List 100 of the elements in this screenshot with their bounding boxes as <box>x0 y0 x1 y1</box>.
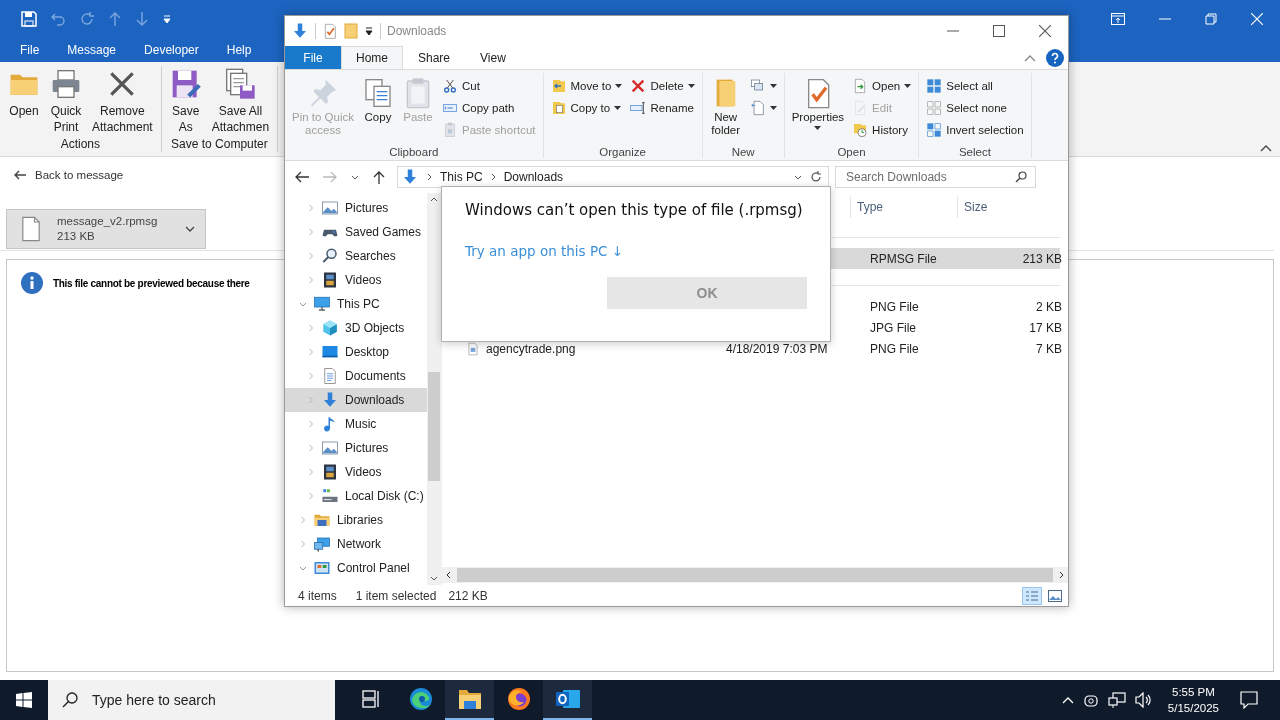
ribbon-button[interactable]: Open <box>849 75 915 97</box>
chevron-up-icon[interactable] <box>430 197 438 202</box>
customize-icon[interactable] <box>364 26 374 36</box>
windows-stack-icon <box>749 78 766 94</box>
scrollbar[interactable] <box>442 567 1068 583</box>
ribbon-button[interactable]: Copy path <box>439 97 539 119</box>
camera-icon[interactable] <box>1082 692 1099 708</box>
tree-item[interactable]: Network <box>285 532 427 556</box>
tree-item[interactable]: Control Panel <box>285 556 427 580</box>
tree-item[interactable]: Local Disk (C:) <box>285 484 427 508</box>
group-label: Open <box>836 146 867 158</box>
tree-item[interactable]: Pictures <box>285 196 427 220</box>
tree-item[interactable]: This PC <box>285 292 427 316</box>
ribbon-button[interactable]: Rename <box>627 97 698 119</box>
taskbar-search-field[interactable]: Type here to search <box>90 691 314 709</box>
ribbon-button[interactable]: Select all <box>923 75 1027 97</box>
refresh-icon[interactable] <box>810 171 822 183</box>
redo-icon[interactable] <box>79 11 95 27</box>
ribbon-tab[interactable]: File <box>285 46 341 69</box>
try-app-link[interactable]: Try an app on this PC ↓ <box>465 243 624 259</box>
ribbon-button[interactable]: Save All Attachmen <box>207 66 274 137</box>
details-view-button[interactable] <box>1022 586 1042 605</box>
help-icon[interactable] <box>1046 48 1064 67</box>
back-arrow-icon[interactable] <box>295 171 309 183</box>
tree-item[interactable]: Saved Games <box>285 220 427 244</box>
control-panel-icon <box>313 559 331 577</box>
scrollbar[interactable] <box>427 193 441 585</box>
download-icon <box>321 391 339 409</box>
caret-icon <box>769 106 777 110</box>
ribbon-button[interactable]: Open <box>4 66 44 137</box>
chevron-right-icon <box>427 173 432 181</box>
ribbon-button[interactable]: Save As <box>165 66 206 137</box>
file-row[interactable]: agencytrade.png 4/18/2019 7:03 PM PNG File 7 KB <box>446 338 1060 359</box>
tree-item[interactable]: Videos <box>285 460 427 484</box>
column-header[interactable]: Type <box>850 196 957 218</box>
ribbon-button[interactable]: Remove Attachment <box>88 66 157 137</box>
tree-item[interactable]: Desktop <box>285 340 427 364</box>
scrollbar-thumb[interactable] <box>428 372 440 481</box>
speaker-icon[interactable] <box>1134 692 1153 708</box>
ribbon-tab[interactable]: Home <box>341 46 403 69</box>
document-floppy-icon <box>224 68 257 100</box>
taskbar-search-box[interactable]: Type here to search <box>48 680 335 720</box>
menu-tab[interactable]: Message <box>67 43 117 57</box>
undo-icon[interactable] <box>50 11 66 27</box>
tree-item[interactable]: 3D Objects <box>285 316 427 340</box>
clipboard-icon <box>442 122 458 138</box>
breadcrumb[interactable]: This PC <box>440 170 483 184</box>
selection-size: 212 KB <box>448 588 488 603</box>
collapse-ribbon-icon[interactable] <box>1260 144 1272 152</box>
tree-item[interactable]: Libraries <box>285 508 427 532</box>
breadcrumb[interactable]: Downloads <box>503 170 564 184</box>
clock[interactable]: 5:55 PM 5/15/2025 <box>1167 684 1219 716</box>
download-icon <box>401 168 419 186</box>
ribbon-button[interactable]: Select none <box>923 97 1027 119</box>
tree-item[interactable]: Music <box>285 412 427 436</box>
ribbon-button[interactable]: Copy to <box>547 97 626 119</box>
ribbon-button[interactable]: Move to <box>547 75 626 97</box>
grid-icon <box>926 100 943 116</box>
taskbar-app-button[interactable] <box>543 680 592 720</box>
tree-item[interactable]: Videos <box>285 268 427 292</box>
ribbon-button[interactable]: New folder <box>706 73 745 146</box>
close-icon[interactable] <box>1039 25 1051 37</box>
menu-tab[interactable]: File <box>20 43 40 57</box>
down-arrow-icon[interactable] <box>135 11 149 27</box>
chevron-down-icon[interactable] <box>430 576 438 581</box>
maximize-icon[interactable] <box>993 25 1005 37</box>
chevron-down-icon[interactable] <box>794 174 802 180</box>
notification-icon[interactable] <box>1240 691 1258 709</box>
chevron-right-icon[interactable] <box>1059 571 1064 579</box>
tree-item[interactable]: Downloads <box>285 388 427 412</box>
ribbon-button[interactable]: Properties <box>788 73 848 146</box>
ribbon-button[interactable]: Quick Print <box>46 66 86 137</box>
ribbon-button[interactable]: History <box>849 119 915 141</box>
caret-icon <box>614 106 622 110</box>
up-arrow-icon[interactable] <box>373 170 385 184</box>
save-icon[interactable] <box>21 11 37 27</box>
tree-item[interactable]: Searches <box>285 244 427 268</box>
tree-item[interactable]: Pictures <box>285 436 427 460</box>
column-header[interactable]: Size <box>957 196 1064 218</box>
scrollbar-thumb[interactable] <box>457 568 1053 582</box>
menu-tab[interactable]: Help <box>226 43 252 57</box>
ribbon-button[interactable]: Delete <box>627 75 698 97</box>
network-icon[interactable] <box>1107 692 1126 708</box>
ribbon-display-icon[interactable] <box>1111 13 1125 25</box>
chevron-left-icon[interactable] <box>446 571 451 579</box>
search-box[interactable]: Search Downloads <box>835 166 1036 188</box>
restore-icon[interactable] <box>1205 13 1217 25</box>
ribbon-tab[interactable]: Share <box>403 46 466 69</box>
group-label: Select <box>957 146 992 158</box>
attachment-chip[interactable]: message_v2.rpmsg 213 KB <box>6 209 206 249</box>
ribbon-tab[interactable]: View <box>465 46 521 69</box>
ribbon-button[interactable]: Cut <box>439 75 539 97</box>
menu-tab[interactable]: Developer <box>144 43 199 57</box>
ribbon-button[interactable]: Copy <box>359 73 397 146</box>
tree-item[interactable]: Documents <box>285 364 427 388</box>
chevron-down-icon[interactable] <box>351 174 359 180</box>
taskbar-app-button[interactable] <box>445 680 494 720</box>
picture-icon <box>321 199 339 217</box>
ribbon-button[interactable]: Invert selection <box>923 119 1027 141</box>
back-link[interactable]: Back to message <box>14 169 124 181</box>
